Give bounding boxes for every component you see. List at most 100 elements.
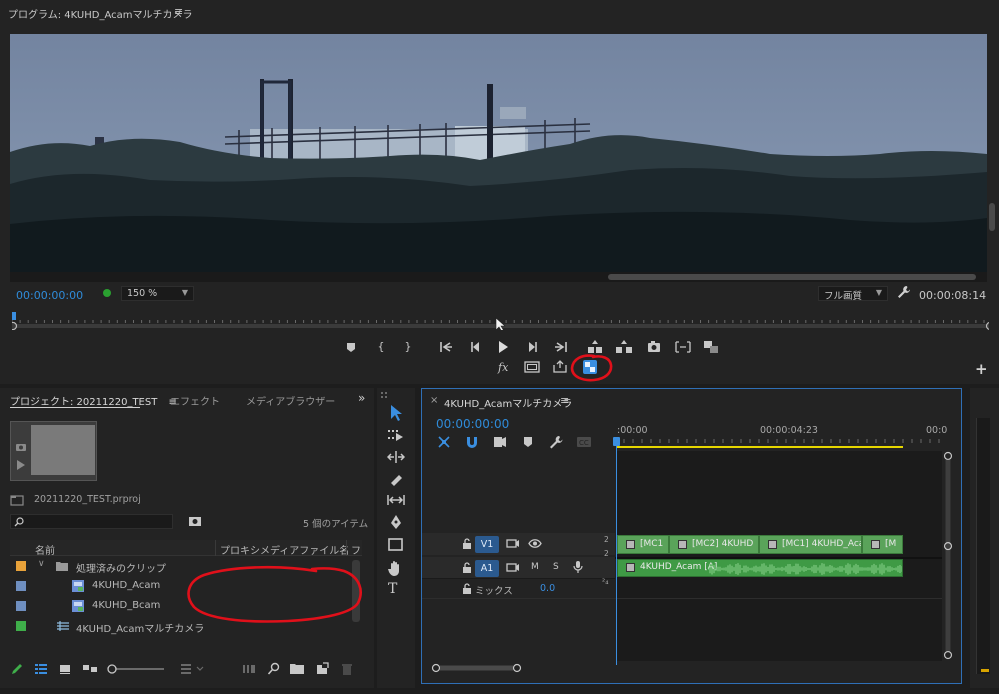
new-search-bin-icon[interactable]	[188, 515, 202, 527]
project-search-input[interactable]	[10, 514, 173, 529]
video-clip[interactable]: [MC1	[617, 535, 669, 554]
toggle-proxies-icon[interactable]	[700, 338, 722, 356]
export-frame-icon[interactable]	[643, 338, 665, 356]
comparison-view-icon[interactable]	[672, 338, 694, 356]
mute-button[interactable]: M	[531, 562, 539, 572]
column-extra[interactable]: フ	[351, 542, 361, 557]
panel-menu-icon[interactable]: ≡	[174, 5, 183, 18]
lock-icon[interactable]	[462, 538, 472, 549]
sequence-icon	[57, 621, 69, 631]
monitor-time-ruler[interactable]	[12, 312, 989, 330]
column-name[interactable]: 名前	[35, 542, 55, 557]
monitor-vertical-scrollbar[interactable]	[989, 203, 995, 231]
tab-effects[interactable]: エフェクト	[170, 393, 220, 408]
selection-tool-icon[interactable]	[388, 404, 404, 422]
playback-resolution-select[interactable]: フル画質 ▼	[818, 286, 888, 302]
extract-icon[interactable]	[613, 338, 635, 356]
nest-icon[interactable]	[436, 434, 452, 450]
audio-level-meter	[976, 418, 990, 674]
audio-clip[interactable]: 4KUHD_Acam [A]	[617, 559, 903, 577]
zoom-level-select[interactable]: 150 % ▼	[121, 286, 194, 301]
label-color-swatch[interactable]	[16, 601, 26, 611]
lock-icon[interactable]	[462, 562, 472, 573]
monitor-horizontal-scrollbar[interactable]	[10, 272, 987, 282]
icon-view-icon[interactable]	[58, 663, 72, 675]
clip-label: 4KUHD_Acam [A]	[640, 562, 718, 572]
track-select-tool-icon[interactable]	[387, 428, 405, 442]
razor-tool-icon[interactable]	[387, 471, 405, 487]
list-view-icon[interactable]	[34, 662, 48, 676]
type-tool-icon[interactable]: T	[388, 581, 397, 597]
timeline-track-area[interactable]	[616, 451, 942, 661]
track-target-v1[interactable]: V1	[475, 536, 499, 553]
label-color-swatch[interactable]	[16, 621, 26, 631]
timeline-toolbar: CC	[436, 434, 611, 450]
close-icon[interactable]: ×	[430, 395, 438, 406]
settings-wrench-icon[interactable]	[897, 285, 911, 299]
project-thumbnail[interactable]	[10, 421, 97, 481]
linked-selection-icon[interactable]	[492, 434, 508, 450]
slip-tool-icon[interactable]	[387, 493, 405, 507]
sort-icons-icon[interactable]	[180, 663, 206, 675]
step-forward-icon[interactable]	[522, 338, 544, 356]
label-color-swatch[interactable]	[16, 561, 26, 571]
video-clip[interactable]: [M	[862, 535, 903, 554]
video-frame[interactable]	[10, 34, 987, 272]
add-marker-icon[interactable]	[340, 338, 362, 356]
rectangle-tool-icon[interactable]	[387, 538, 405, 552]
track-channel-count: 2	[604, 535, 609, 544]
playhead-timecode[interactable]: 00:00:00:00	[16, 289, 83, 302]
tab-media-browser[interactable]: メディアブラウザー	[246, 393, 335, 408]
video-clip[interactable]: [MC2] 4KUHD	[669, 535, 759, 554]
new-bin-icon[interactable]	[290, 663, 304, 675]
track-target-a1[interactable]: A1	[475, 560, 499, 577]
timeline-settings-wrench-icon[interactable]	[548, 434, 564, 450]
add-marker-icon[interactable]	[520, 434, 536, 450]
zoom-level-value: 150 %	[127, 288, 158, 299]
new-item-icon[interactable]	[315, 662, 329, 676]
automate-to-sequence-icon[interactable]	[242, 663, 256, 675]
sequence-tab-title[interactable]: 4KUHD_Acamマルチカメラ	[444, 395, 572, 410]
more-panels-icon[interactable]: »	[358, 391, 365, 405]
ripple-edit-tool-icon[interactable]	[387, 450, 405, 464]
hand-tool-icon[interactable]	[387, 560, 405, 576]
mark-in-icon[interactable]: {	[370, 338, 392, 356]
work-area-bar[interactable]	[616, 446, 903, 448]
trash-icon[interactable]	[340, 662, 354, 676]
captions-icon[interactable]: CC	[576, 436, 592, 448]
solo-button[interactable]: S	[553, 562, 559, 572]
column-proxy-file[interactable]: プロキシメディアファイル名	[220, 542, 349, 557]
timeline-horizontal-scrollbar[interactable]	[430, 663, 942, 673]
step-back-icon[interactable]	[464, 338, 486, 356]
mark-out-icon[interactable]: }	[397, 338, 419, 356]
lock-icon[interactable]	[462, 583, 472, 594]
video-clip[interactable]: [MC1] 4KUHD_Aca	[759, 535, 862, 554]
chevron-down-icon[interactable]: ∨	[38, 559, 45, 569]
play-icon[interactable]	[492, 338, 514, 356]
timeline-vertical-scrollbar[interactable]	[943, 451, 953, 661]
go-to-in-icon[interactable]	[435, 338, 457, 356]
panel-menu-icon[interactable]: ≡	[560, 394, 569, 407]
add-button-icon[interactable]: +	[975, 360, 988, 378]
playhead[interactable]	[613, 437, 620, 446]
find-icon[interactable]	[267, 662, 281, 676]
sync-lock-icon[interactable]	[506, 538, 520, 549]
pencil-icon[interactable]	[10, 662, 24, 676]
snap-icon[interactable]	[464, 434, 480, 450]
pen-tool-icon[interactable]	[387, 514, 405, 530]
mix-volume-value[interactable]: 0.0	[540, 583, 555, 594]
microphone-icon[interactable]	[573, 560, 583, 574]
safe-margins-icon[interactable]	[524, 360, 540, 374]
fx-bypass-icon[interactable]: fx	[498, 361, 508, 374]
zoom-slider[interactable]	[106, 662, 166, 676]
sync-lock-icon[interactable]	[506, 562, 520, 573]
fx-badge-icon	[626, 563, 635, 572]
track-header-mix: ミックス 0.0 ²₄	[422, 577, 615, 598]
freeform-view-icon[interactable]	[82, 663, 98, 675]
tab-project[interactable]: プロジェクト: 20211220_TEST ≡	[10, 393, 177, 408]
label-color-swatch[interactable]	[16, 581, 26, 591]
program-monitor-title[interactable]: プログラム: 4KUHD_Acamマルチカメラ	[8, 6, 192, 21]
sequence-timecode[interactable]: 00:00:00:00	[436, 417, 509, 431]
eye-icon[interactable]	[528, 538, 542, 549]
scrollbar-thumb[interactable]	[608, 274, 976, 280]
